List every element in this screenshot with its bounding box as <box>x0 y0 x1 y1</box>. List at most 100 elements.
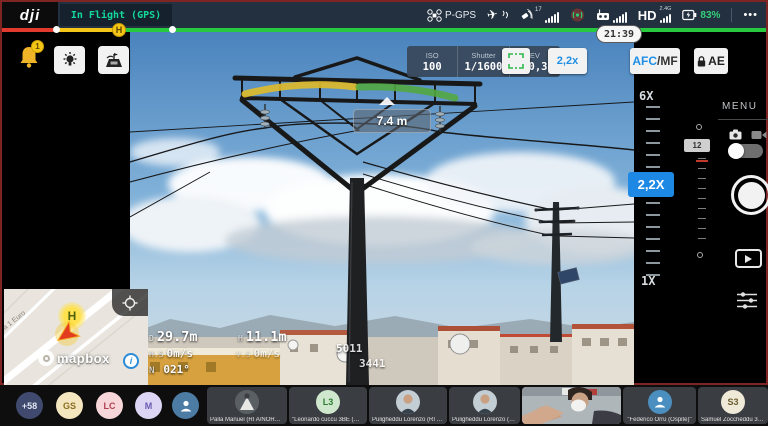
zoom-ratio-button[interactable]: 2,2x <box>548 48 587 74</box>
avatar <box>235 390 259 414</box>
gps-signal-indicator[interactable]: 17 <box>520 7 559 23</box>
hspeed-readout: H.S 0m/s <box>149 347 193 360</box>
participant-avatar-gs[interactable]: GS <box>56 392 83 419</box>
hspeed-label: H.S <box>149 350 163 359</box>
gps-signal-bars <box>545 13 559 23</box>
hd-band-label: 2.4G <box>659 7 671 12</box>
photo-video-toggle[interactable] <box>729 144 763 158</box>
mapbox-wordmark: mapbox <box>57 351 110 366</box>
participant-name: Palla Manuel (RI A/NORD OVEST) <box>207 417 287 423</box>
coordinate-a: 5011 <box>336 342 363 355</box>
person-icon <box>653 395 667 409</box>
ev-label: EV <box>530 51 540 60</box>
distance-readout: D 29.7m <box>149 329 197 345</box>
vspeed-label: V.S <box>236 350 250 359</box>
spotlight-button[interactable] <box>54 46 85 74</box>
avatar-initials: M <box>145 401 153 411</box>
gimbal-pitch-scale[interactable] <box>698 158 706 248</box>
minimap[interactable]: rsa 1 Euro H mapbox <box>4 289 148 385</box>
timeline-critical-segment <box>2 28 57 32</box>
settings-sliders-button[interactable] <box>736 291 758 310</box>
height-readout: H 11.1m <box>238 329 286 345</box>
shutter-button[interactable] <box>731 175 768 215</box>
person-icon <box>179 399 193 413</box>
dji-logo: dji <box>2 2 58 28</box>
dji-app-window: dji In Flight (GPS) P-GPS ✈ <box>0 0 768 385</box>
map-info-button[interactable]: i <box>123 353 139 369</box>
overflow-participants-button[interactable]: +58 <box>16 392 43 419</box>
playback-button[interactable] <box>735 249 762 268</box>
battery-indicator[interactable]: 83% <box>682 7 720 23</box>
zoom-ratio-value: 2,2x <box>557 55 578 67</box>
avatar-photo <box>473 390 497 414</box>
participant-video-tile[interactable] <box>522 387 621 424</box>
meeting-bar: +58 GS LC M Palla Manue <box>0 385 768 426</box>
map-recenter-button[interactable] <box>112 289 148 316</box>
winch-platform-icon <box>104 51 124 69</box>
ae-label: AE <box>708 54 725 68</box>
flight-mode-label: P-GPS <box>445 10 476 21</box>
hd-label: HD <box>638 8 657 23</box>
participant-tile[interactable]: L3 "Leonardo cuccu 3BE (Ospite)" <box>289 387 367 424</box>
lock-icon <box>697 56 706 67</box>
menu-label[interactable]: MENU <box>722 101 757 112</box>
overflow-count: +58 <box>22 401 37 411</box>
gimbal-dial-top-dot <box>696 124 702 130</box>
shutter-label: Shutter <box>471 51 495 60</box>
video-mode-icon[interactable] <box>751 130 767 140</box>
ae-lock-button[interactable]: AE <box>694 48 728 74</box>
obstacle-arrow-icon <box>379 97 395 105</box>
participant-tile[interactable]: Palla Manuel (RI A/NORD OVEST) <box>207 387 287 424</box>
height-value: 11.1m <box>246 329 287 345</box>
remote-controller-indicator[interactable] <box>596 7 627 23</box>
rc-signal-indicator[interactable]: ✈ <box>487 7 509 23</box>
participant-tile[interactable]: Puligheddu Lorenzo (RI A/NORD O... <box>369 387 447 424</box>
zoom-min-label: 1X <box>641 274 655 288</box>
satellite-count: 17 <box>535 7 542 13</box>
rail-divider <box>718 119 768 120</box>
shutter-setting[interactable]: Shutter 1/1600 <box>457 46 508 77</box>
battery-icon <box>682 9 697 21</box>
toggle-knob <box>728 143 744 159</box>
camera-scene <box>130 32 634 385</box>
satellite-icon <box>520 9 534 22</box>
coordinate-b-value: 3441 <box>359 357 386 370</box>
photo-mode-icon[interactable] <box>729 129 742 140</box>
timeline-safe-segment <box>119 28 766 32</box>
exposure-panel[interactable]: ISO 100 Shutter 1/1600 EV -0,3 <box>407 46 560 77</box>
mf-label: /MF <box>657 54 678 68</box>
vspeed-readout: V.S 0m/s <box>236 347 280 360</box>
participant-avatar-m[interactable]: M <box>135 392 162 419</box>
avatar: L3 <box>316 390 340 414</box>
vision-sensor-indicator[interactable] <box>570 7 585 23</box>
hd-transmission-indicator[interactable]: HD 2.4G <box>638 7 672 23</box>
time-pill: 21:39 <box>596 25 642 43</box>
vspeed-value: 0m/s <box>253 347 280 360</box>
focus-mode-button[interactable]: AFC/MF <box>630 48 680 74</box>
rc-signal-bars <box>613 13 627 23</box>
camera-feed[interactable] <box>130 32 634 385</box>
participant-tile[interactable]: S3 Samuel Zoccheddu 3De <box>698 387 768 424</box>
participant-avatar-anon[interactable] <box>172 392 199 419</box>
iso-setting[interactable]: ISO 100 <box>407 46 457 77</box>
accessory-winch-button[interactable] <box>98 46 129 74</box>
focus-target-button[interactable] <box>502 48 530 74</box>
timeline-current-dot <box>169 26 176 33</box>
zoom-current-badge[interactable]: 2,2X <box>628 172 674 197</box>
participant-tile[interactable]: Puligheddu Lorenzo (RI A/NORD O... <box>449 387 520 424</box>
flight-mode-indicator[interactable]: P-GPS <box>427 7 476 23</box>
iso-label: ISO <box>426 51 439 60</box>
avatar <box>473 390 497 414</box>
participant-tile[interactable]: "Federico Orrù (Ospite)" <box>623 387 696 424</box>
more-menu-button[interactable]: ••• <box>743 9 758 21</box>
lightbulb-icon <box>61 51 79 69</box>
flight-status-text: In Flight (GPS) <box>71 10 161 21</box>
heading-label: N <box>149 366 154 376</box>
distance-value: 29.7m <box>157 329 198 345</box>
beacon-icon <box>570 8 585 22</box>
participant-name: Samuel Zoccheddu 3De <box>698 417 768 423</box>
participant-avatar-lc[interactable]: LC <box>96 392 123 419</box>
avatar-initials: S3 <box>727 397 738 407</box>
gimbal-pitch-text: 12 <box>693 141 702 150</box>
coordinate-a-value: 5011 <box>336 342 363 355</box>
